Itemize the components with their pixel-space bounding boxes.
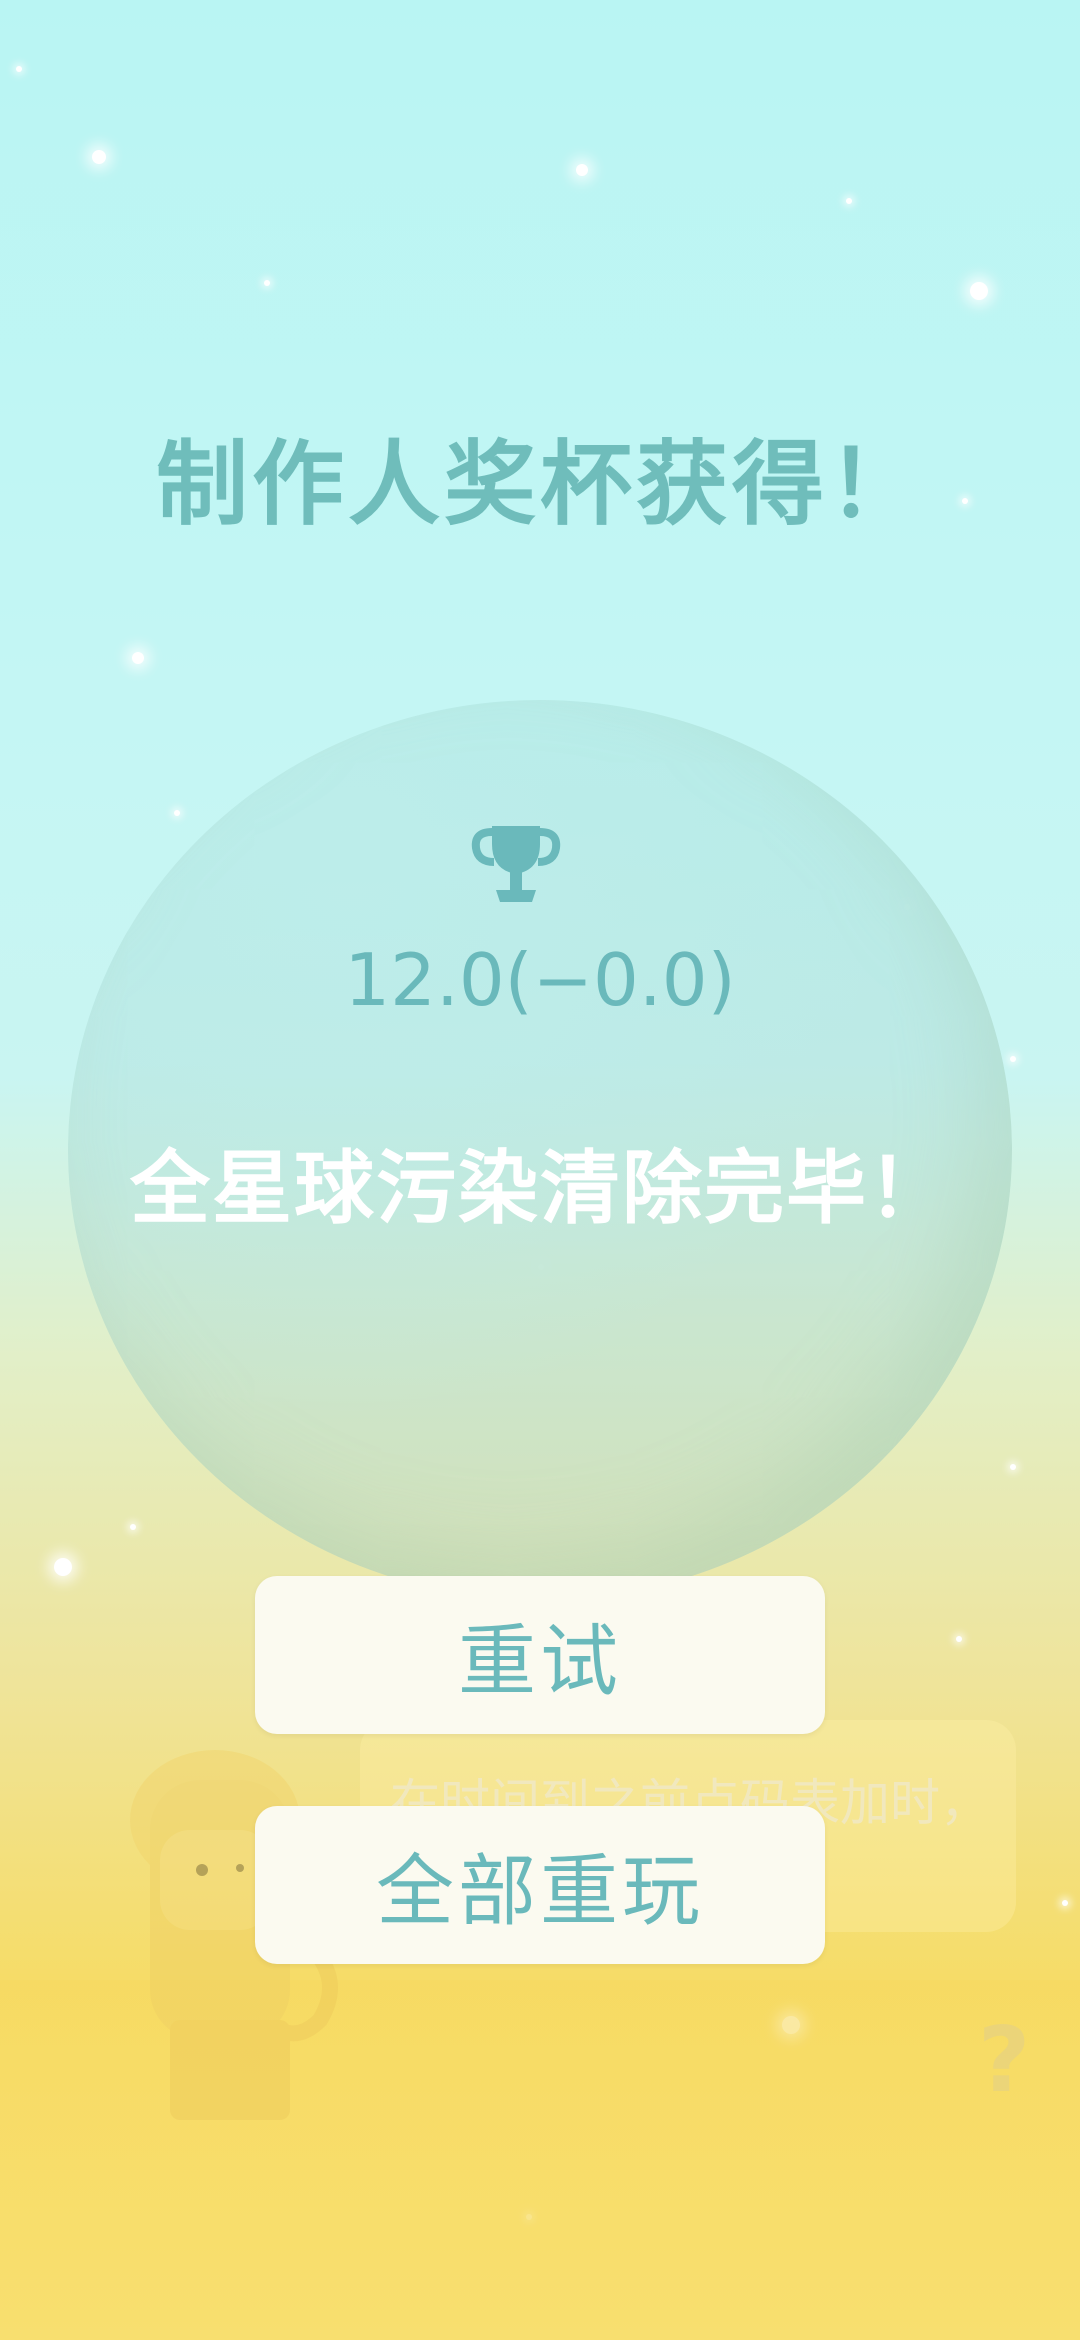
star bbox=[1062, 1900, 1068, 1906]
page-title: 制作人奖杯获得！ bbox=[155, 431, 924, 538]
help-icon: ? bbox=[978, 2008, 1031, 2113]
star bbox=[846, 198, 852, 204]
star bbox=[92, 150, 106, 164]
star bbox=[16, 66, 22, 72]
star bbox=[970, 282, 988, 300]
replay-all-button[interactable]: 全部重玩 bbox=[255, 1806, 825, 1964]
star bbox=[576, 164, 588, 176]
star bbox=[264, 280, 270, 286]
completion-message: 全星球污染清除完毕！ bbox=[130, 1142, 950, 1235]
score-value: 12.0(−0.0) bbox=[344, 938, 736, 1022]
star bbox=[1010, 1056, 1016, 1062]
star bbox=[174, 810, 180, 816]
star bbox=[130, 1524, 136, 1530]
star bbox=[132, 652, 144, 664]
star bbox=[54, 1558, 72, 1576]
trophy-icon bbox=[471, 826, 561, 902]
star bbox=[1010, 1464, 1016, 1470]
retry-button[interactable]: 重试 bbox=[255, 1576, 825, 1734]
star bbox=[956, 1636, 962, 1642]
